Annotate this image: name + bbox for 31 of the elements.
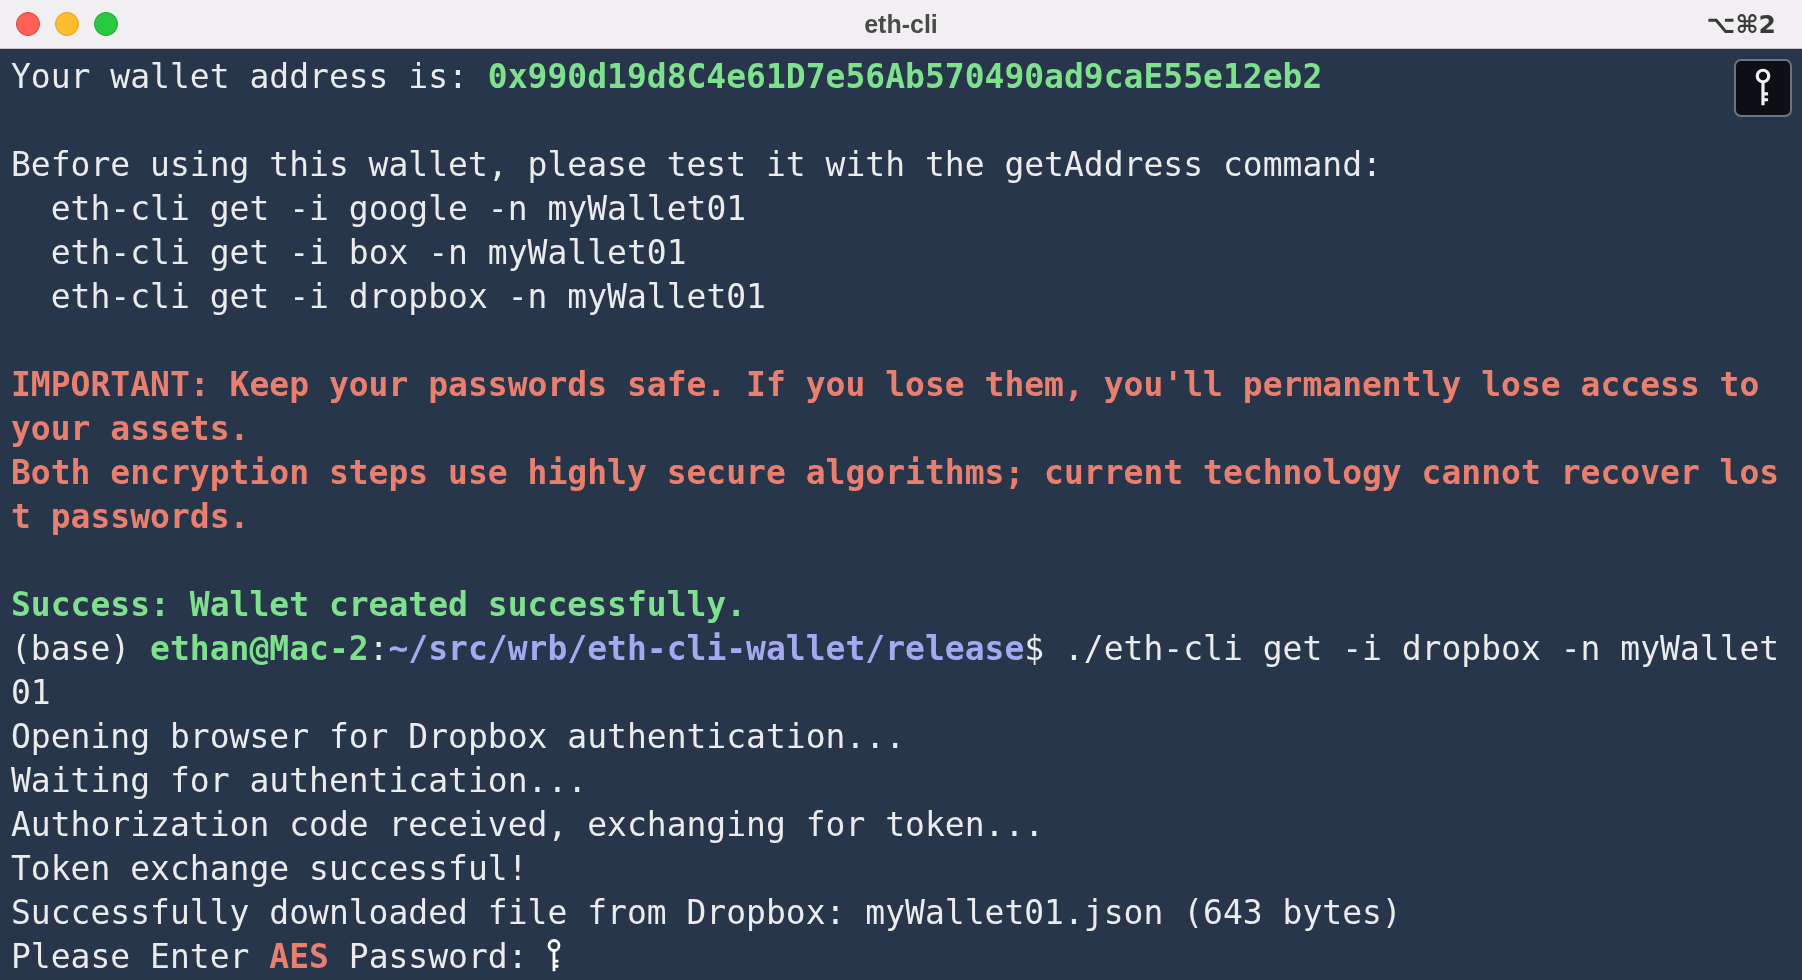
password-key-button[interactable] <box>1734 59 1792 117</box>
output-text: Successfully downloaded file from Dropbox: myWallet01.json (643 bytes) <box>11 893 1402 932</box>
output-text: Before using this wallet, please test it with the getAddress command: <box>11 145 1382 184</box>
window-title: eth-cli <box>864 9 938 38</box>
output-text: $ ./eth-cli get -i dropbox -n myWallet <box>1024 629 1780 668</box>
zoom-button[interactable] <box>94 12 118 36</box>
output-text: eth-cli get -i dropbox -n myWallet01 <box>49 277 766 316</box>
output-text: : <box>368 629 389 668</box>
key-cursor-icon <box>547 938 562 974</box>
keyboard-shortcut: ⌥⌘2 <box>1706 9 1777 39</box>
output-text: Opening browser for Dropbox authentication... <box>11 717 906 756</box>
prompt-user: ethan@Mac-2 <box>150 629 369 668</box>
output-text: Token exchange successful! <box>11 849 528 888</box>
output-text: eth-cli get -i box -n myWallet01 <box>49 233 687 272</box>
output-text: Your wallet address is: <box>11 57 469 96</box>
output-text: Password: <box>347 937 529 976</box>
key-icon <box>1755 68 1771 108</box>
warning-text: IMPORTANT: Keep your passwords safe. If you lose them, you'll permanently lose access to your assets. <box>11 365 1761 448</box>
close-button[interactable] <box>16 12 40 36</box>
warning-text: AES <box>269 937 329 976</box>
output-text: Waiting for authentication... <box>11 761 588 800</box>
output-text: Authorization code received, exchanging for token... <box>11 805 1045 844</box>
output-text: Please Enter <box>11 937 251 976</box>
prompt-path: ~/src/wrb/eth-cli-wallet/release <box>388 629 1025 668</box>
output-text: 01 <box>11 673 51 712</box>
success-text: Success: Wallet created successfully. <box>11 585 747 624</box>
warning-text: Both encryption steps use highly secure algorithms; current technology cannot recover lost passwords. <box>11 453 1780 536</box>
minimize-button[interactable] <box>55 12 79 36</box>
output-text: eth-cli get -i google -n myWallet01 <box>49 189 747 228</box>
success-text: 0x990d19d8C4e61D7e56Ab570490ad9caE55e12eb2 <box>487 57 1323 96</box>
output-text: (base) <box>11 629 132 668</box>
